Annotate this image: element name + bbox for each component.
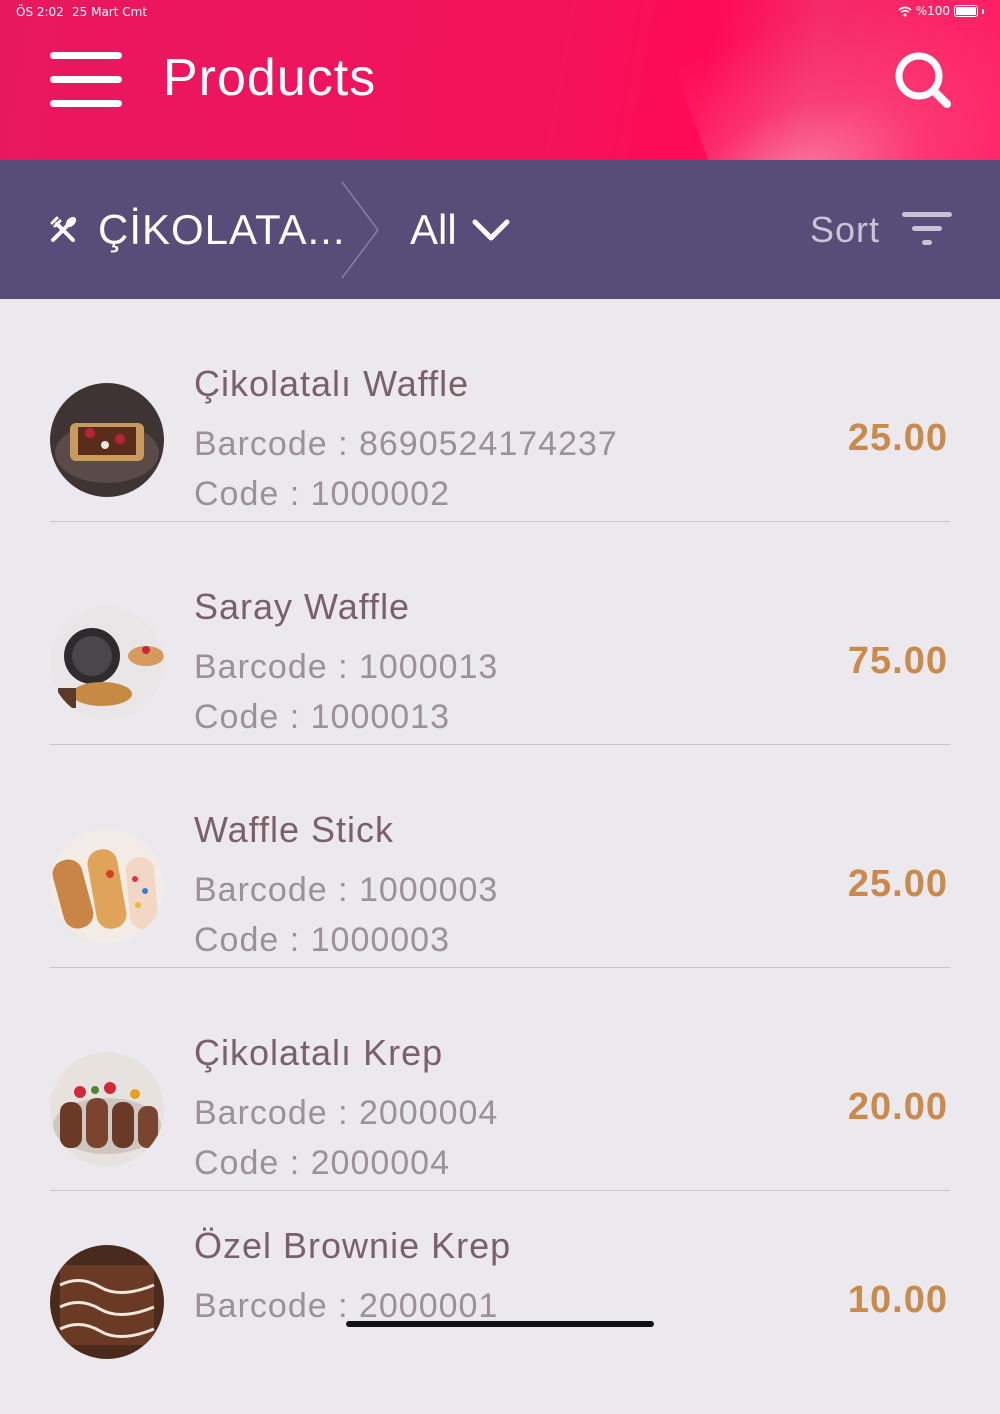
chevron-down-icon xyxy=(472,219,510,240)
status-bar: ÖS 2:02 25 Mart Cmt %100 xyxy=(0,0,1000,26)
page-title: Products xyxy=(163,49,377,107)
product-code: Code : 1000002 xyxy=(194,475,450,513)
breadcrumb-separator-icon xyxy=(341,181,379,279)
product-barcode: Barcode : 1000003 xyxy=(194,871,499,909)
product-price: 75.00 xyxy=(847,640,948,682)
product-row[interactable]: Özel Brownie Krep Barcode : 2000001 10.0… xyxy=(0,1191,1000,1414)
battery-icon xyxy=(954,5,978,17)
product-price: 25.00 xyxy=(847,863,948,905)
product-name: Çikolatalı Waffle xyxy=(194,363,470,404)
product-image xyxy=(50,1052,164,1166)
product-price: 20.00 xyxy=(847,1086,948,1128)
product-row[interactable]: Waffle Stick Barcode : 1000003 Code : 10… xyxy=(0,745,1000,968)
product-name: Saray Waffle xyxy=(194,586,411,627)
wifi-icon xyxy=(898,6,912,16)
product-image xyxy=(50,829,164,943)
product-price: 25.00 xyxy=(847,417,948,459)
category-selector[interactable]: ÇİKOLATA... xyxy=(48,160,346,299)
product-row[interactable]: Çikolatalı Waffle Barcode : 869052417423… xyxy=(0,299,1000,522)
product-code: Code : 1000013 xyxy=(194,698,450,736)
product-code: Code : 1000003 xyxy=(194,921,450,959)
product-row[interactable]: Çikolatalı Krep Barcode : 2000004 Code :… xyxy=(0,968,1000,1191)
filter-bar: ÇİKOLATA... All Sort xyxy=(0,160,1000,299)
product-image xyxy=(50,383,164,497)
product-name: Özel Brownie Krep xyxy=(194,1225,512,1266)
search-icon[interactable] xyxy=(893,50,953,110)
sort-button[interactable]: Sort xyxy=(810,160,952,299)
status-time: ÖS 2:02 xyxy=(16,5,64,19)
product-name: Waffle Stick xyxy=(194,809,395,850)
product-barcode: Barcode : 2000004 xyxy=(194,1094,499,1132)
fork-spoon-icon xyxy=(50,216,77,242)
product-image xyxy=(50,606,164,720)
product-price: 10.00 xyxy=(847,1279,948,1321)
product-list: Çikolatalı Waffle Barcode : 869052417423… xyxy=(0,299,1000,1414)
app-header: ÖS 2:02 25 Mart Cmt %100 Products xyxy=(0,0,1000,160)
status-date: 25 Mart Cmt xyxy=(72,5,148,19)
product-code: Code : 2000004 xyxy=(194,1144,450,1182)
hamburger-menu-icon[interactable] xyxy=(50,52,122,108)
home-indicator[interactable] xyxy=(346,1321,654,1327)
subfilter-label: All xyxy=(410,205,457,253)
category-label: ÇİKOLATA... xyxy=(98,205,346,253)
sort-lines-icon xyxy=(902,211,952,245)
product-name: Çikolatalı Krep xyxy=(194,1032,444,1073)
status-right: %100 xyxy=(898,4,984,18)
product-image xyxy=(50,1245,164,1359)
product-barcode: Barcode : 8690524174237 xyxy=(194,425,618,463)
product-barcode: Barcode : 1000013 xyxy=(194,648,499,686)
product-row[interactable]: Saray Waffle Barcode : 1000013 Code : 10… xyxy=(0,522,1000,745)
battery-tip xyxy=(982,8,984,14)
battery-percent: %100 xyxy=(915,4,950,18)
subfilter-dropdown[interactable]: All xyxy=(410,160,511,299)
sort-label: Sort xyxy=(809,208,880,250)
